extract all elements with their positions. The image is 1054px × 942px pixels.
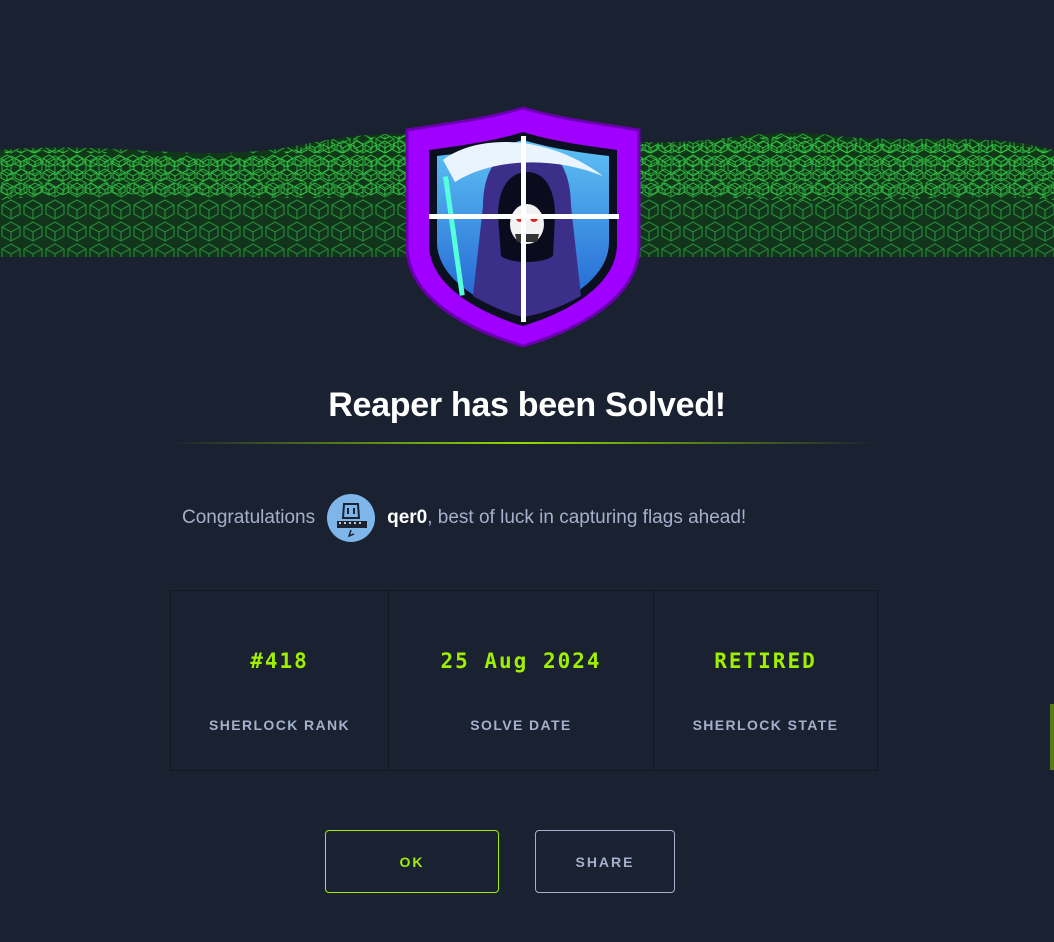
congrats-prefix: Congratulations xyxy=(182,507,316,528)
stats-panel: #418 SHERLOCK RANK 25 Aug 2024 SOLVE DAT… xyxy=(170,590,878,771)
stat-solve-date-label: SOLVE DATE xyxy=(470,717,572,733)
reaper-shield-icon xyxy=(403,106,643,348)
avatar[interactable] xyxy=(327,494,376,542)
stat-solve-date: 25 Aug 2024 SOLVE DATE xyxy=(389,591,654,770)
stat-rank-value: #418 xyxy=(250,649,309,673)
ok-button[interactable]: OK xyxy=(325,830,499,893)
stat-rank-label: SHERLOCK RANK xyxy=(208,717,351,733)
share-button[interactable]: SHARE xyxy=(535,830,675,893)
username[interactable]: qer0 xyxy=(387,507,427,529)
title-divider xyxy=(170,442,876,444)
background-element xyxy=(1050,704,1054,770)
stat-state-value: RETIRED xyxy=(714,649,817,673)
stat-state: RETIRED SHERLOCK STATE xyxy=(654,591,877,770)
stat-rank: #418 SHERLOCK RANK xyxy=(171,591,389,770)
congrats-message: Congratulations qer0 , best of luck in c… xyxy=(182,494,746,542)
congrats-suffix: , best of luck in capturing flags ahead! xyxy=(427,507,747,528)
modal-title: Reaper has been Solved! xyxy=(328,386,726,424)
stat-state-label: SHERLOCK STATE xyxy=(692,717,839,733)
stat-solve-date-value: 25 Aug 2024 xyxy=(440,649,602,673)
